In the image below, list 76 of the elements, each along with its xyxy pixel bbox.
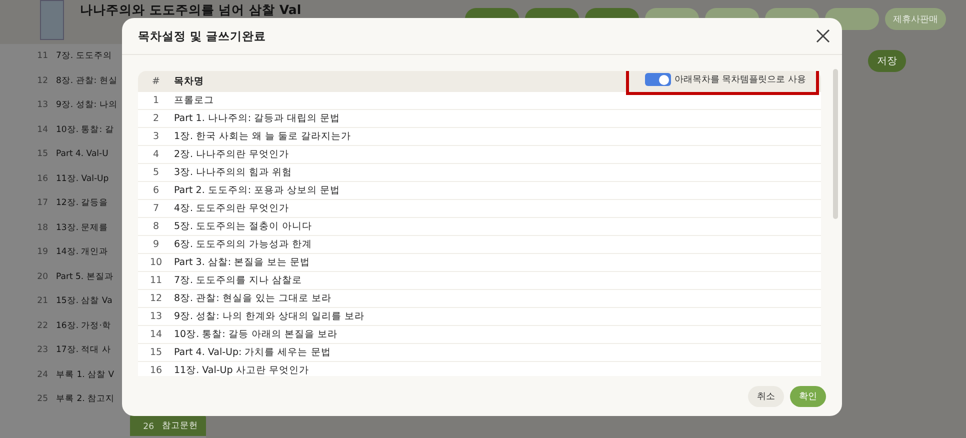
toc-title: 9장. 성찰: 나의 한계와 상대의 일리를 보라 <box>174 310 364 323</box>
scrollbar[interactable] <box>833 69 838 219</box>
toc-title: 1장. 한국 사회는 왜 늘 둘로 갈라지는가 <box>174 130 352 143</box>
toc-title: 3장. 나나주의의 힘과 위험 <box>174 166 292 179</box>
item-number: 11 <box>36 51 48 62</box>
row-number: 4 <box>152 149 160 160</box>
toc-title: 4장. 도도주의란 무엇인가 <box>174 202 290 215</box>
item-number: 13 <box>36 100 48 110</box>
row-number: 14 <box>148 329 164 340</box>
item-title: 부록 2. 참고지 <box>56 393 115 406</box>
item-number: 16 <box>36 174 48 184</box>
toc-title: 10장. 통찰: 갈등 아래의 본질을 보라 <box>174 328 338 341</box>
item-number: 20 <box>36 272 48 282</box>
item-title: 부록 1. 삼찰 V <box>56 368 114 381</box>
item-title: 12장. 갈등을 <box>56 197 108 210</box>
item-title: 16장. 가정·학 <box>56 320 111 332</box>
toc-title: 7장. 도도주의를 지나 삼찰로 <box>174 274 302 287</box>
cancel-button[interactable]: 취소 <box>748 386 784 406</box>
item-title: 11장. Val-Up <box>56 172 109 185</box>
item-number: 23 <box>36 345 48 356</box>
item-number: 15 <box>36 149 48 160</box>
toc-title: Part 1. 나나주의: 갈등과 대립의 문법 <box>174 112 340 125</box>
template-toggle[interactable] <box>645 73 672 86</box>
dialog-title: 목차설정 및 글쓰기완료 <box>138 28 266 44</box>
item-title: 17장. 적대 사 <box>56 344 111 356</box>
toc-title: 11장. Val-Up 사고란 무엇인가 <box>174 364 309 376</box>
save-button[interactable]: 저장 <box>868 50 906 72</box>
item-title: 13장. 문제를 <box>56 222 108 234</box>
item-number: 25 <box>36 394 48 404</box>
item-number: 12 <box>36 76 48 86</box>
column-header: 목차명 <box>174 75 204 88</box>
item-title: 7장. 도도주의 <box>56 50 112 62</box>
item-number: 21 <box>36 296 48 306</box>
item-title: 10장. 통찰: 갈 <box>56 124 114 136</box>
item-title: 15장. 삼찰 Va <box>56 295 112 308</box>
item-title: 9장. 성찰: 나의 <box>56 99 118 112</box>
item-number: 26 <box>142 422 154 432</box>
item-title: 8장. 관찰: 현실 <box>56 74 118 87</box>
row-number: 8 <box>152 221 160 232</box>
item-number: 24 <box>36 370 48 380</box>
row-number: 11 <box>148 275 164 286</box>
row-number: 3 <box>152 131 160 142</box>
book-cover <box>40 0 64 40</box>
row-number: 2 <box>152 113 160 124</box>
row-number: 9 <box>152 239 160 250</box>
row-number: 13 <box>148 311 164 322</box>
row-number: 7 <box>152 203 160 214</box>
toc-title: 5장. 도도주의는 절충이 아니다 <box>174 220 312 233</box>
column-header: # <box>151 76 161 87</box>
item-number: 17 <box>36 198 48 208</box>
close-icon[interactable] <box>816 29 830 43</box>
item-title: Part 4. Val-U <box>56 149 108 160</box>
item-title: 참고문헌 <box>162 420 198 432</box>
row-number: 12 <box>148 293 164 304</box>
toc-title: Part 4. Val-Up: 가치를 세우는 문법 <box>174 346 331 359</box>
toc-title: Part 2. 도도주의: 포용과 상보의 문법 <box>174 184 340 197</box>
item-number: 18 <box>36 222 48 233</box>
row-number: 16 <box>148 365 164 376</box>
item-title: Part 5. 본질과 <box>56 270 114 283</box>
row-number: 5 <box>152 167 160 178</box>
row-number: 15 <box>148 347 164 358</box>
item-number: 22 <box>36 320 48 331</box>
book-title: 나나주의와 도도주의를 넘어 삼찰 Val <box>80 2 302 19</box>
toc-title: Part 3. 삼찰: 본질을 보는 문법 <box>174 256 310 269</box>
toc-title: 8장. 관찰: 현실을 있는 그대로 보라 <box>174 292 332 305</box>
item-title: 14장. 개인과 <box>56 246 108 258</box>
row-number: 1 <box>152 95 160 106</box>
toggle-label: 아래목차를 목차템플릿으로 사용 <box>674 74 806 86</box>
row-number: 10 <box>148 257 164 268</box>
item-number: 14 <box>36 124 48 135</box>
item-number: 19 <box>36 247 48 258</box>
toc-title: 프롤로그 <box>174 94 214 107</box>
toc-title: 2장. 나나주의란 무엇인가 <box>174 148 290 161</box>
row-number: 6 <box>152 185 160 196</box>
toc-title: 6장. 도도주의의 가능성과 한계 <box>174 238 312 251</box>
confirm-button[interactable]: 확인 <box>790 386 826 406</box>
